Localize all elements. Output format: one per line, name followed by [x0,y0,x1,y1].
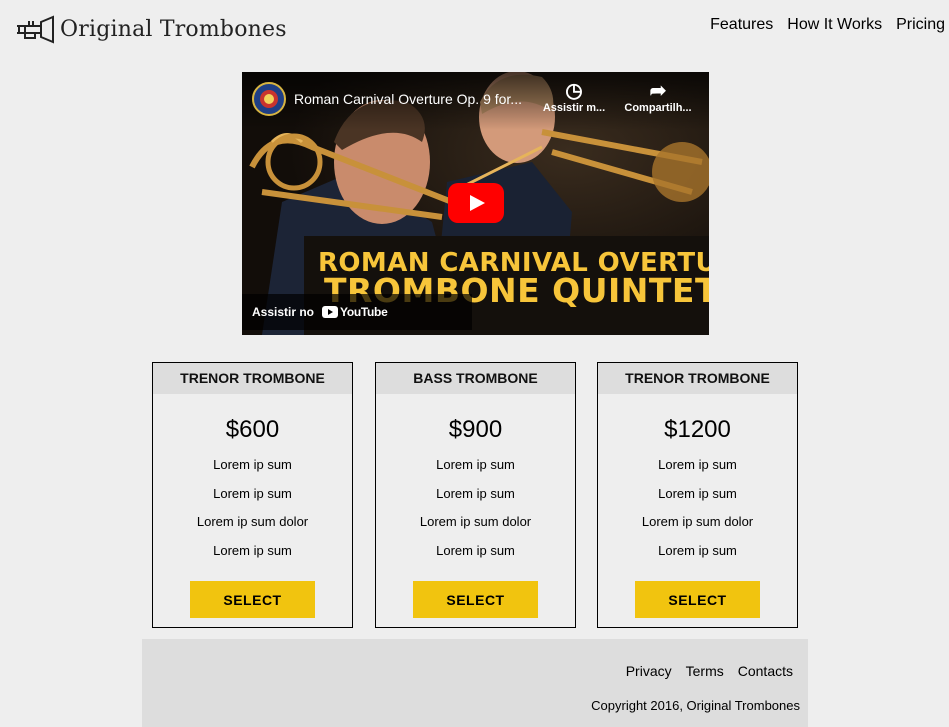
plan-feature: Lorem ip sum dolor [196,514,309,529]
plan-name: TRENOR TROMBONE [598,363,797,394]
share-label: Compartilh... [624,102,692,114]
trombone-icon [17,15,54,44]
copyright: Copyright 2016, Original Trombones [591,698,800,713]
pricing-card: TRENOR TROMBONE $600 Lorem ip sum Lorem … [152,362,353,628]
select-button[interactable]: SELECT [190,581,315,618]
clock-icon: ◷ [565,80,583,102]
watch-later-button[interactable]: ◷ Assistir m... [538,80,610,114]
nav-features[interactable]: Features [710,16,773,34]
plan-features: Lorem ip sum Lorem ip sum Lorem ip sum d… [376,458,575,572]
pricing-card: BASS TROMBONE $900 Lorem ip sum Lorem ip… [375,362,576,628]
footer-links: Privacy Terms Contacts [626,663,793,679]
site-header: Original Trombones Features How It Works… [0,0,949,58]
plan-feature: Lorem ip sum [213,542,292,558]
plan-features: Lorem ip sum Lorem ip sum Lorem ip sum d… [153,458,352,572]
plan-feature: Lorem ip sum [213,457,292,472]
plan-price: $600 [225,416,280,443]
plan-features: Lorem ip sum Lorem ip sum Lorem ip sum d… [598,458,797,572]
select-button[interactable]: SELECT [635,581,760,618]
pricing-card: TRENOR TROMBONE $1200 Lorem ip sum Lorem… [597,362,798,628]
plan-feature: Lorem ip sum dolor [419,514,532,529]
video-player[interactable]: Roman Carnival Overture Op. 9 for... ◷ A… [242,72,709,335]
video-title[interactable]: Roman Carnival Overture Op. 9 for... [294,91,534,107]
brand-name: Original Trombones [60,16,287,42]
share-icon: ➦ [649,80,667,102]
nav-how-it-works[interactable]: How It Works [787,16,882,34]
plan-feature: Lorem ip sum [436,457,515,472]
plan-feature: Lorem ip sum [436,542,515,558]
plan-feature: Lorem ip sum [658,457,737,472]
select-button[interactable]: SELECT [413,581,538,618]
plan-feature: Lorem ip sum [436,485,515,501]
footer-link-privacy[interactable]: Privacy [626,663,672,679]
plan-feature: Lorem ip sum dolor [641,514,754,529]
watch-on-label: Assistir no [252,305,315,319]
watch-on-youtube-button[interactable]: Assistir no YouTube [242,294,472,330]
footer-link-contacts[interactable]: Contacts [738,663,793,679]
youtube-icon [322,306,339,318]
youtube-logo: YouTube [322,305,388,319]
site-footer: Privacy Terms Contacts Copyright 2016, O… [142,639,808,727]
play-icon[interactable] [448,183,504,223]
plan-feature: Lorem ip sum [658,542,737,558]
plan-price: $1200 [664,416,731,443]
brand-logo[interactable]: Original Trombones [15,14,287,44]
channel-avatar[interactable] [252,82,286,116]
footer-link-terms[interactable]: Terms [686,663,724,679]
watch-later-label: Assistir m... [542,102,606,114]
plan-feature: Lorem ip sum [213,485,292,501]
youtube-label: YouTube [340,305,388,319]
nav-pricing[interactable]: Pricing [896,16,945,34]
share-button[interactable]: ➦ Compartilh... [622,80,694,114]
plan-price: $900 [448,416,503,443]
plan-name: TRENOR TROMBONE [153,363,352,394]
plan-feature: Lorem ip sum [658,485,737,501]
main-nav: Features How It Works Pricing [710,16,945,34]
plan-name: BASS TROMBONE [376,363,575,394]
